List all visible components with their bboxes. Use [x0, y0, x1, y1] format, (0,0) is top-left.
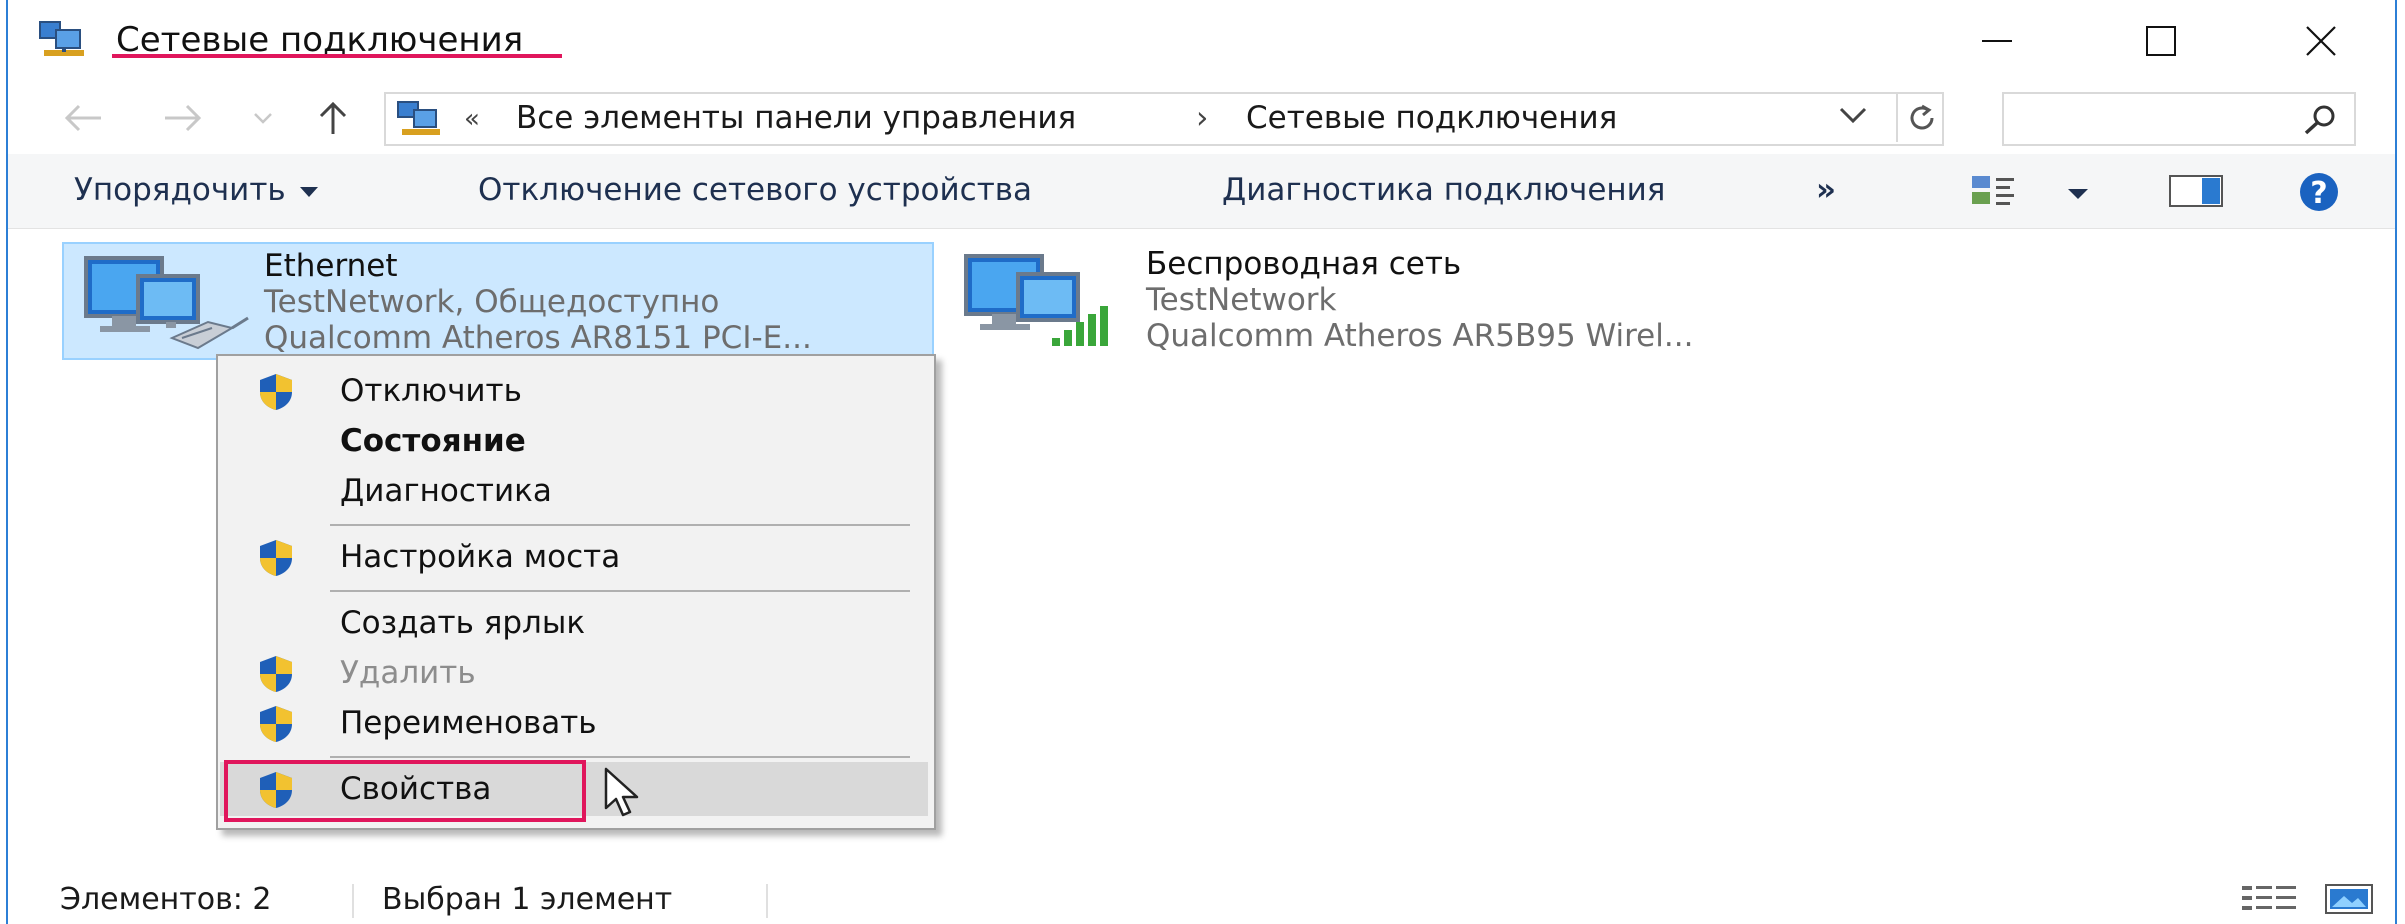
disable-device-button[interactable]: Отключение сетевого устройства: [478, 172, 1032, 208]
menu-item-label: Отключить: [340, 373, 522, 409]
wireless-adapter-name: Qualcomm Atheros AR5B95 Wirel...: [1146, 318, 1694, 354]
menu-separator: [330, 756, 910, 758]
help-button[interactable]: ?: [2292, 172, 2346, 212]
uac-shield-icon: [260, 656, 292, 692]
forward-button[interactable]: [158, 94, 208, 142]
preview-pane-icon: [2169, 175, 2223, 207]
breadcrumb-separator[interactable]: ›: [1196, 100, 1208, 136]
address-overflow-prefix[interactable]: «: [464, 104, 480, 134]
more-commands-button[interactable]: »: [1816, 172, 1836, 208]
ethernet-status: TestNetwork, Общедоступно: [264, 284, 720, 320]
command-bar: Упорядочить Отключение сетевого устройст…: [8, 154, 2395, 229]
network-item-ethernet[interactable]: Ethernet TestNetwork, Общедоступно Qualc…: [62, 242, 934, 360]
large-icons-view-button[interactable]: [2324, 882, 2376, 920]
breadcrumb-all-control-panel-items[interactable]: Все элементы панели управления: [516, 100, 1076, 136]
search-input[interactable]: [2002, 92, 2356, 146]
uac-shield-icon: [260, 540, 292, 576]
caret-down-icon: [299, 186, 318, 197]
ethernet-adapter-name: Qualcomm Atheros AR8151 PCI-E...: [264, 320, 812, 356]
menu-separator: [330, 590, 910, 592]
uac-shield-icon: [260, 706, 292, 742]
network-item-wireless[interactable]: Беспроводная сеть TestNetwork Qualcomm A…: [952, 242, 1852, 360]
menu-item-delete[interactable]: Удалить: [218, 648, 934, 698]
maximize-icon: [2146, 26, 2176, 56]
menu-item-status[interactable]: Состояние: [218, 416, 934, 466]
context-menu: Отключить Состояние Диагностика Настройк…: [216, 354, 936, 830]
ethernet-adapter-icon: [82, 252, 252, 360]
menu-item-label: Переименовать: [340, 705, 597, 741]
address-history-dropdown[interactable]: [1838, 106, 1868, 128]
menu-item-rename[interactable]: Переименовать: [218, 698, 934, 748]
menu-item-label: Удалить: [340, 655, 476, 691]
chevron-down-icon: [254, 113, 272, 124]
refresh-icon: [1910, 104, 1934, 130]
menu-separator: [330, 524, 910, 526]
wireless-status: TestNetwork: [1146, 282, 1337, 318]
diagnose-connection-button[interactable]: Диагностика подключения: [1222, 172, 1665, 208]
wireless-name: Беспроводная сеть: [1146, 246, 1462, 282]
minimize-icon: [1982, 40, 2012, 42]
organize-button[interactable]: Упорядочить: [74, 172, 318, 208]
close-icon: [2306, 26, 2336, 56]
properties-highlight-frame: [224, 760, 586, 822]
title-highlight-underline: [112, 54, 562, 58]
menu-item-create-shortcut[interactable]: Создать ярлык: [218, 598, 934, 648]
ethernet-name: Ethernet: [264, 248, 398, 284]
menu-item-bridge-settings[interactable]: Настройка моста: [218, 532, 934, 582]
refresh-button[interactable]: [1896, 94, 1946, 142]
large-icons-view-icon: [2325, 884, 2373, 914]
status-selected-count: Выбран 1 элемент: [382, 882, 673, 917]
up-button[interactable]: [308, 94, 358, 142]
minimize-button[interactable]: [1962, 18, 2032, 64]
network-connections-app-icon: [38, 20, 88, 60]
breadcrumb-network-connections[interactable]: Сетевые подключения: [1246, 100, 1617, 136]
svg-text:?: ?: [2310, 176, 2327, 211]
wireless-adapter-icon: [962, 250, 1132, 358]
mouse-cursor-icon: [603, 766, 647, 822]
view-options-icon: [1972, 176, 2014, 205]
details-view-button[interactable]: [2240, 882, 2300, 920]
change-view-button[interactable]: [1970, 174, 2018, 212]
view-options-dropdown[interactable]: [2066, 186, 2090, 205]
arrow-right-icon: [165, 104, 202, 132]
arrow-left-icon: [64, 104, 101, 132]
menu-item-label: Настройка моста: [340, 539, 621, 575]
back-button[interactable]: [58, 94, 108, 142]
menu-item-label: Состояние: [340, 423, 526, 459]
menu-item-label: Создать ярлык: [340, 605, 586, 641]
search-icon: [2302, 104, 2338, 140]
status-separator: [352, 884, 354, 918]
menu-item-label: Диагностика: [340, 473, 552, 509]
chevron-down-icon: [1839, 107, 1867, 124]
maximize-button[interactable]: [2126, 18, 2196, 64]
uac-shield-icon: [260, 374, 292, 410]
organize-label: Упорядочить: [74, 172, 286, 208]
preview-pane-button[interactable]: [2168, 174, 2224, 212]
control-panel-icon: [396, 100, 444, 138]
menu-item-diagnostics[interactable]: Диагностика: [218, 466, 934, 516]
title-bar: Сетевые подключения: [8, 0, 2395, 82]
caret-down-icon: [2068, 189, 2088, 199]
network-connections-window: Сетевые подключения « Все элементы панел…: [6, 0, 2397, 924]
help-icon: ?: [2300, 173, 2338, 211]
address-bar[interactable]: « Все элементы панели управления › Сетев…: [384, 92, 1944, 146]
status-item-count: Элементов: 2: [60, 882, 272, 917]
recent-locations-button[interactable]: [248, 94, 278, 142]
close-button[interactable]: [2286, 18, 2356, 64]
menu-item-disable[interactable]: Отключить: [218, 366, 934, 416]
details-view-icon: [2242, 886, 2296, 910]
arrow-up-icon: [319, 101, 347, 134]
status-separator: [766, 884, 768, 918]
